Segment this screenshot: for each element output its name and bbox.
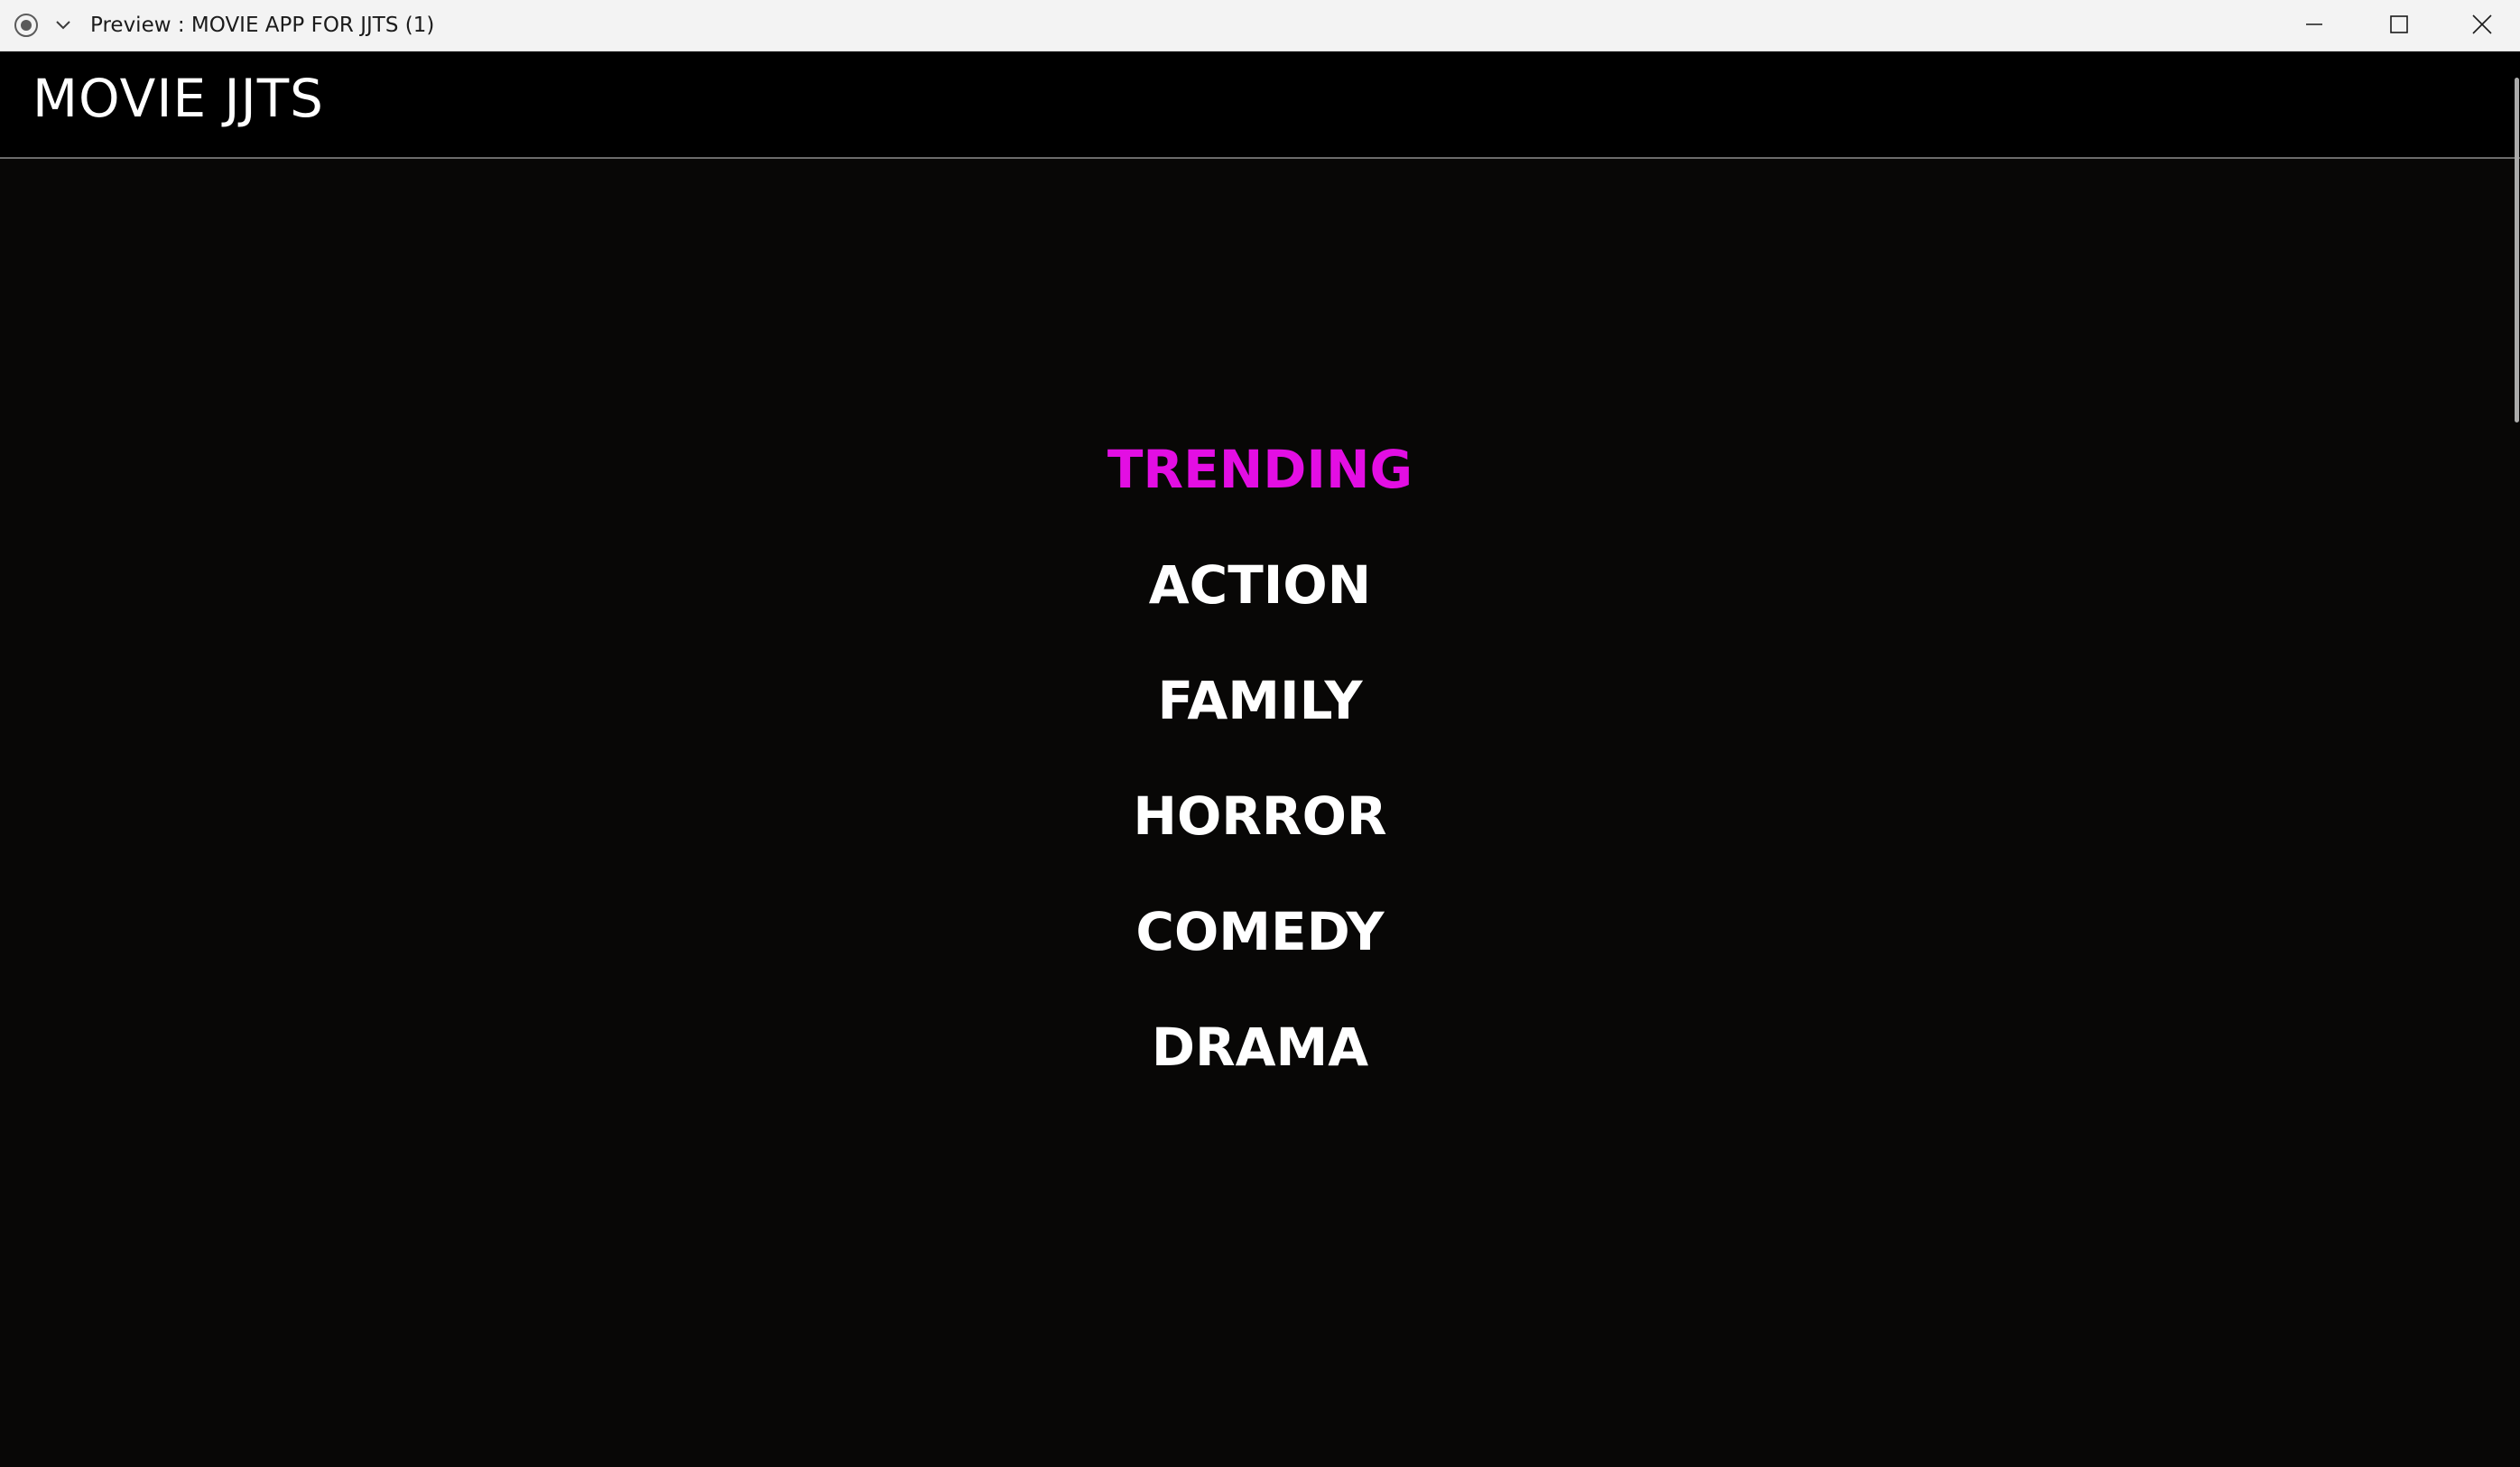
- maximize-button[interactable]: [2358, 0, 2441, 51]
- minimize-icon: [2304, 14, 2324, 38]
- genre-item-drama[interactable]: DRAMA: [989, 1002, 1531, 1092]
- genre-item-action[interactable]: ACTION: [989, 540, 1531, 630]
- genre-item-family[interactable]: FAMILY: [989, 655, 1531, 746]
- genre-item-comedy[interactable]: COMEDY: [989, 887, 1531, 977]
- close-button[interactable]: [2441, 0, 2520, 51]
- window-title: Preview : MOVIE APP FOR JJTS (1): [90, 14, 435, 37]
- app-header: MOVIE JJTS: [0, 51, 2520, 159]
- genre-item-horror[interactable]: HORROR: [989, 771, 1531, 861]
- app-window: Preview : MOVIE APP FOR JJTS (1) MOVIE J…: [0, 0, 2520, 1467]
- close-icon: [2471, 14, 2493, 39]
- genre-menu: TRENDING ACTION FAMILY HORROR COMEDY DRA…: [0, 159, 2520, 1467]
- window-titlebar[interactable]: Preview : MOVIE APP FOR JJTS (1): [0, 0, 2520, 51]
- chevron-down-icon[interactable]: [52, 14, 74, 36]
- minimize-button[interactable]: [2273, 0, 2356, 51]
- app-title: MOVIE JJTS: [32, 68, 324, 129]
- record-icon[interactable]: [13, 12, 40, 39]
- maximize-icon: [2389, 14, 2409, 38]
- scrollbar-thumb[interactable]: [2515, 78, 2519, 422]
- genre-item-trending[interactable]: TRENDING: [989, 424, 1531, 515]
